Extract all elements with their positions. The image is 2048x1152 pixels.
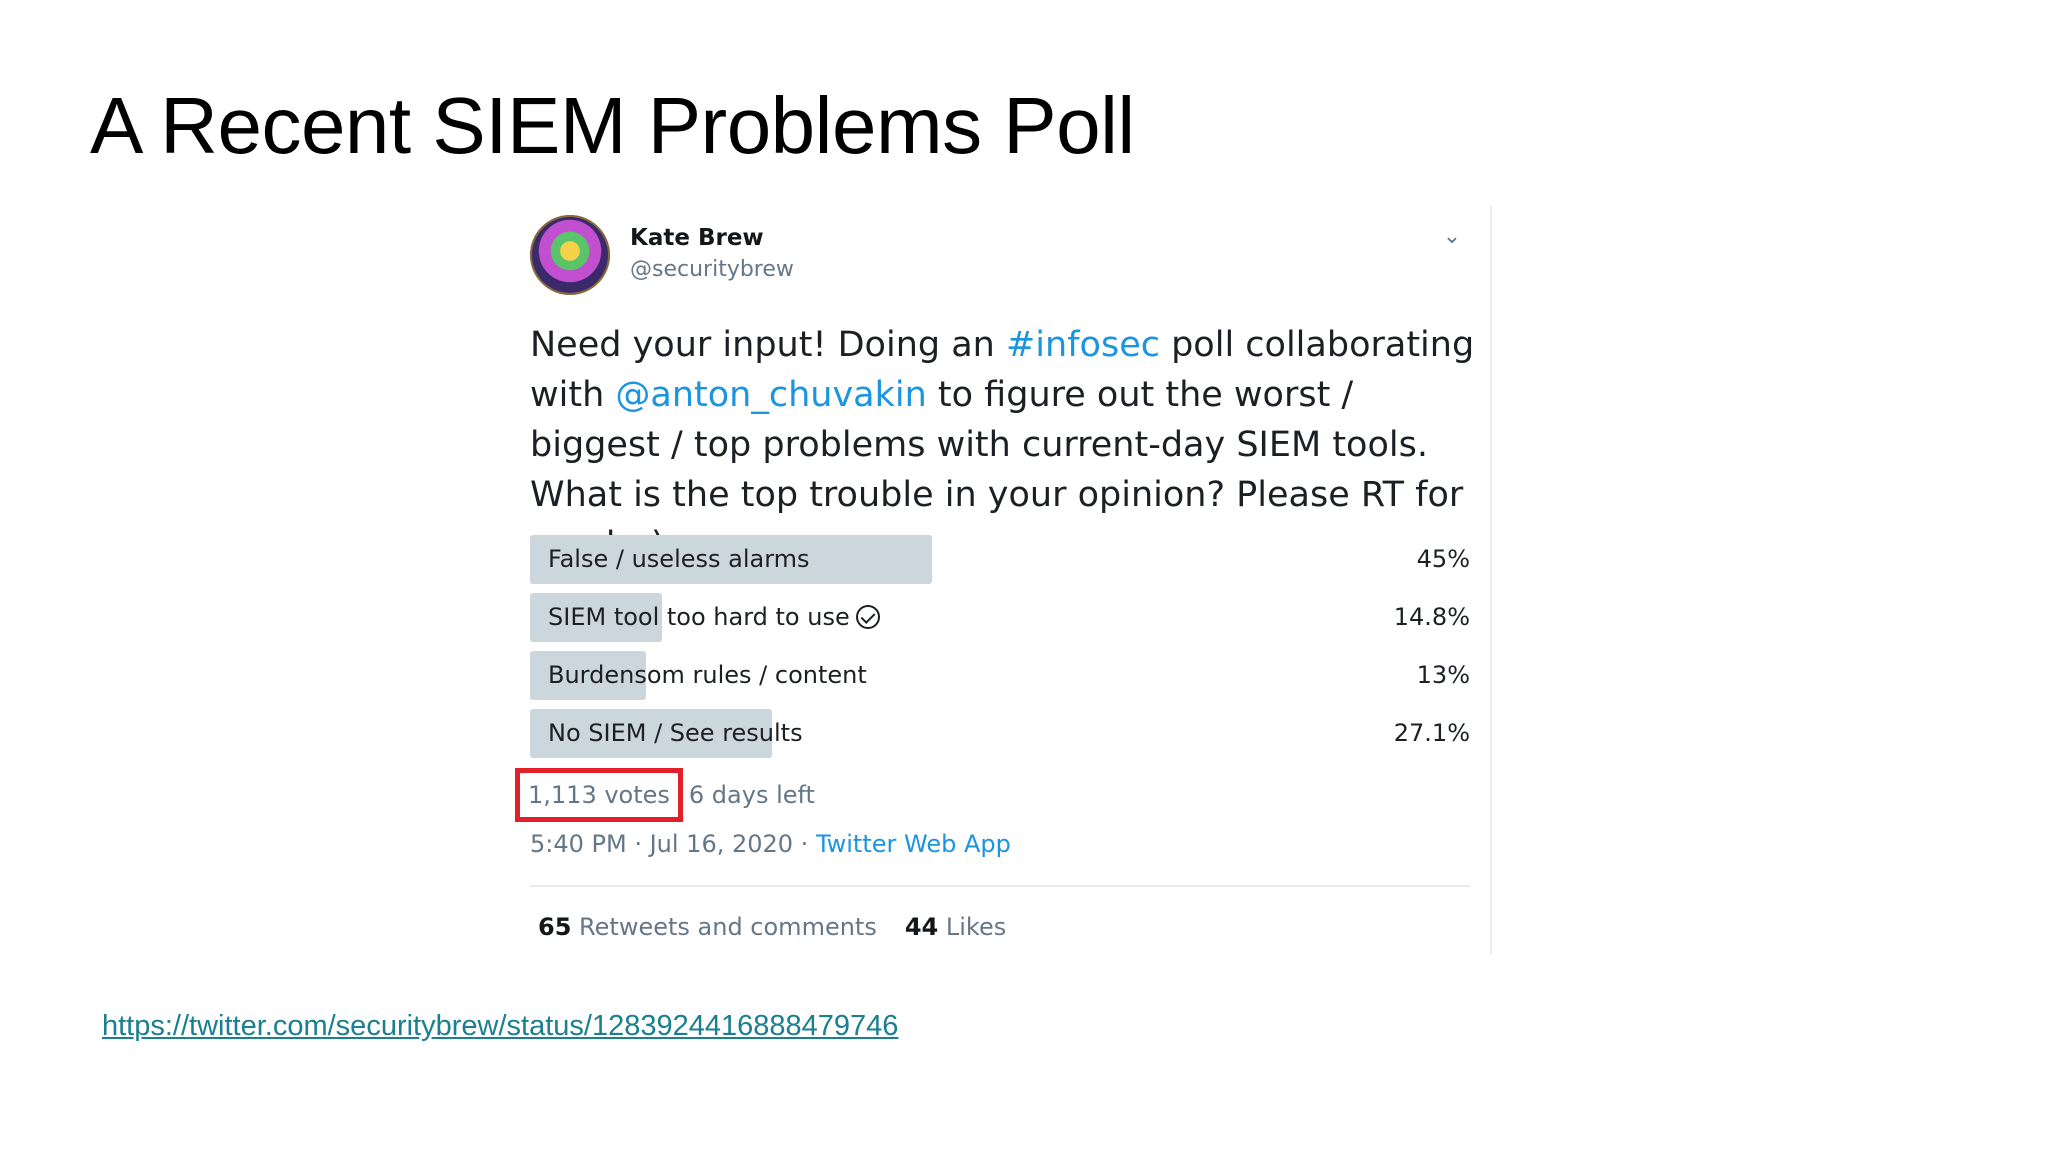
tweet-stats: 65 Retweets and comments 44 Likes	[538, 913, 1006, 941]
voted-check-icon	[855, 605, 880, 629]
time-text[interactable]: 5:40 PM · Jul 16, 2020 ·	[530, 830, 816, 858]
poll-option: Burdensom rules / content 13%	[530, 651, 1470, 700]
slide-title: A Recent SIEM Problems Poll	[90, 81, 1135, 170]
poll-meta: 1,113 votes 6 days left	[515, 768, 815, 822]
likes-count: 44	[904, 913, 939, 941]
poll-option-label: No SIEM / See results	[548, 719, 803, 747]
retweets-stat[interactable]: 65 Retweets and comments	[538, 913, 877, 941]
poll-option-percent: 27.1%	[1393, 719, 1470, 747]
poll-option-label: False / useless alarms	[548, 545, 810, 573]
poll: False / useless alarms 45% SIEM tool too…	[530, 535, 1470, 767]
author-handle[interactable]: @securitybrew	[630, 257, 794, 282]
retweets-count: 65	[538, 913, 572, 941]
mention-link[interactable]: @anton_chuvakin	[615, 375, 926, 415]
poll-option-percent: 14.8%	[1393, 603, 1470, 631]
tweet-card: Kate Brew @securitybrew ⌄ Need your inpu…	[515, 205, 1490, 955]
poll-option-text: SIEM tool too hard to use	[548, 603, 850, 631]
poll-option: False / useless alarms 45%	[530, 535, 1470, 584]
likes-label: Likes	[945, 913, 1007, 941]
vote-count: 1,113 votes	[515, 768, 683, 822]
tweet-url-link[interactable]: https://twitter.com/securitybrew/status/…	[102, 1010, 898, 1043]
divider	[530, 885, 1470, 887]
retweets-label: Retweets and comments	[579, 913, 877, 941]
poll-option-label: Burdensom rules / content	[548, 661, 867, 689]
poll-option-label: SIEM tool too hard to use	[548, 593, 880, 642]
chevron-down-icon[interactable]: ⌄	[1438, 223, 1466, 251]
hashtag-link[interactable]: #infosec	[1006, 325, 1160, 365]
avatar[interactable]	[530, 215, 610, 295]
source-link[interactable]: Twitter Web App	[816, 830, 1011, 858]
tweet-text: Need your input! Doing an #infosec poll …	[530, 320, 1490, 570]
tweet-timestamp: 5:40 PM · Jul 16, 2020 · Twitter Web App	[530, 830, 1011, 858]
days-left: 6 days left	[688, 781, 815, 809]
tweet-text-part: Need your input! Doing an	[530, 325, 1006, 365]
tweet-border	[1490, 205, 1492, 955]
author-name[interactable]: Kate Brew	[630, 225, 764, 251]
poll-option: SIEM tool too hard to use 14.8%	[530, 593, 1470, 642]
likes-stat[interactable]: 44 Likes	[905, 913, 1006, 941]
poll-option-percent: 13%	[1416, 661, 1470, 689]
poll-option: No SIEM / See results 27.1%	[530, 709, 1470, 758]
poll-option-percent: 45%	[1416, 545, 1470, 573]
